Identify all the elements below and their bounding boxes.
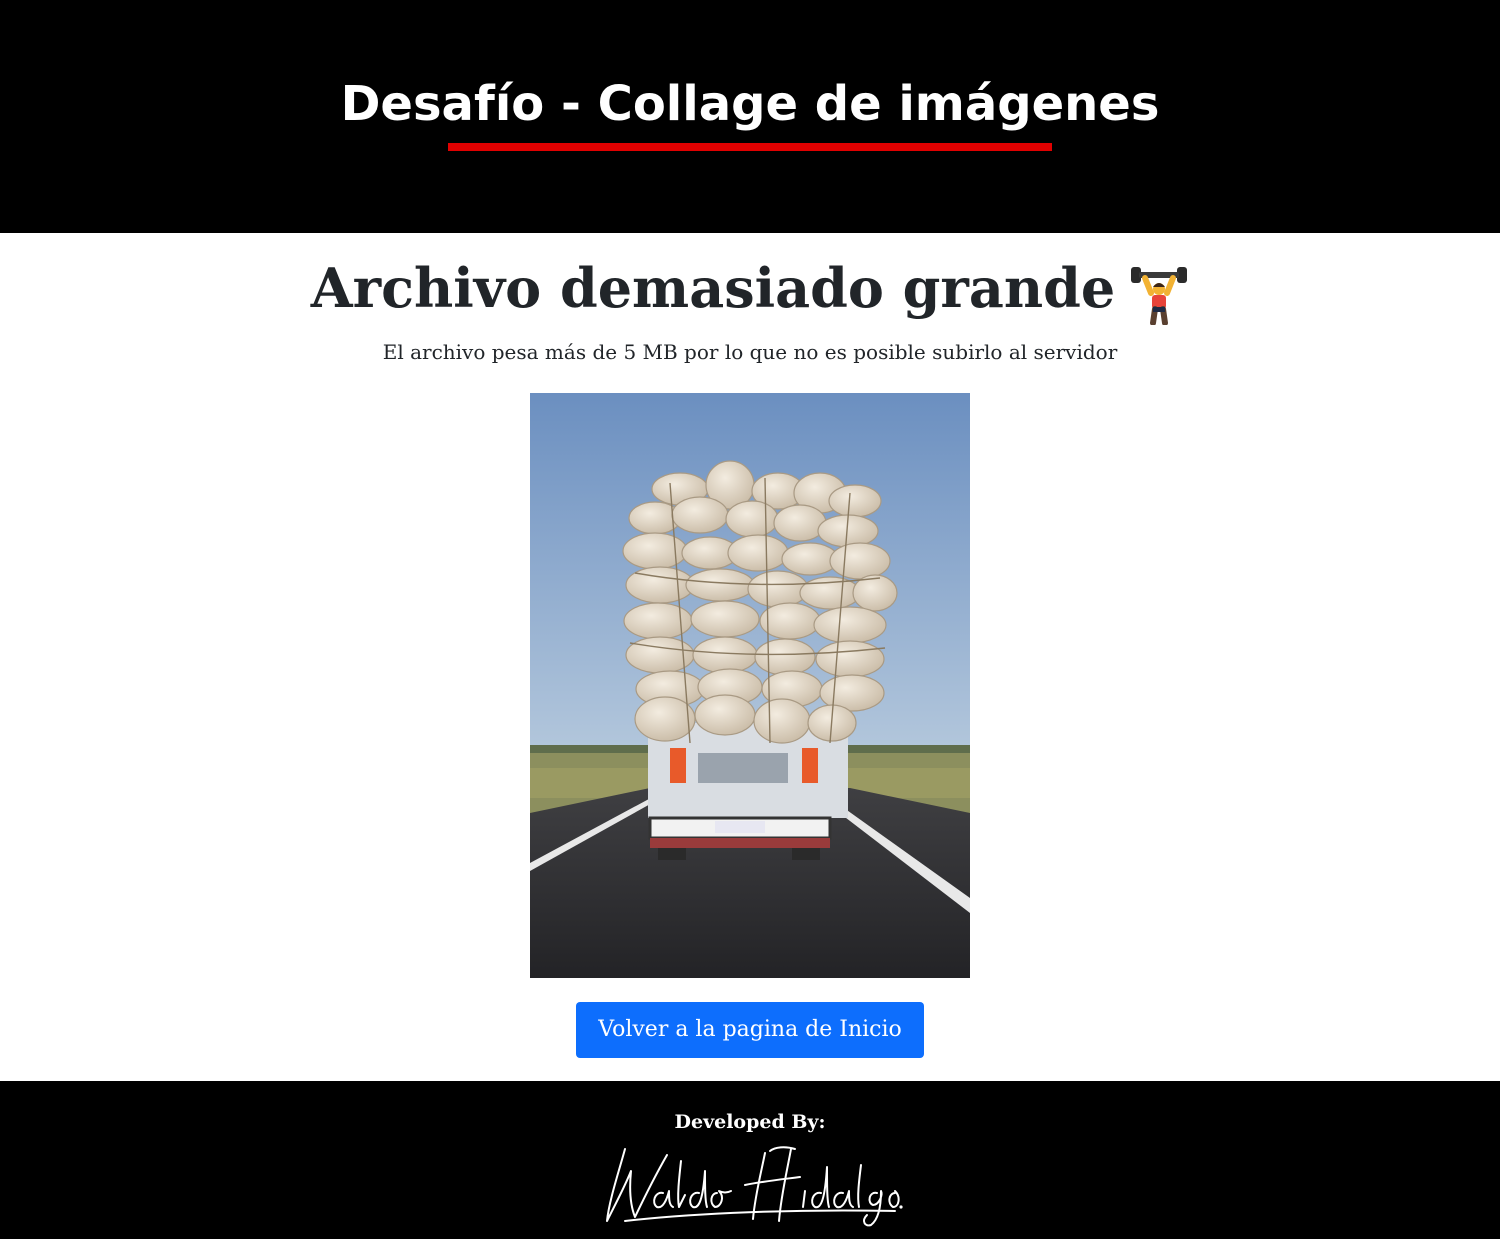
weight-lifter-icon: [1129, 261, 1189, 326]
developed-by-label: Developed By:: [674, 1111, 826, 1133]
home-button[interactable]: Volver a la pagina de Inicio: [576, 1002, 924, 1058]
overloaded-truck-photo: [530, 393, 970, 978]
main-content: Archivo demasiado grande El archivo pesa…: [0, 233, 1500, 1081]
page-heading-text: Archivo demasiado grande: [310, 256, 1116, 320]
page-subtitle: El archivo pesa más de 5 MB por lo que n…: [382, 340, 1118, 364]
title-underline: [448, 143, 1052, 151]
signature-logo: [606, 1146, 903, 1227]
page-heading: Archivo demasiado grande: [0, 253, 1500, 326]
site-header: Desafío - Collage de imágenes: [0, 0, 1500, 233]
site-footer: Developed By:: [0, 1081, 1500, 1239]
site-title: Desafío - Collage de imágenes: [340, 76, 1160, 132]
